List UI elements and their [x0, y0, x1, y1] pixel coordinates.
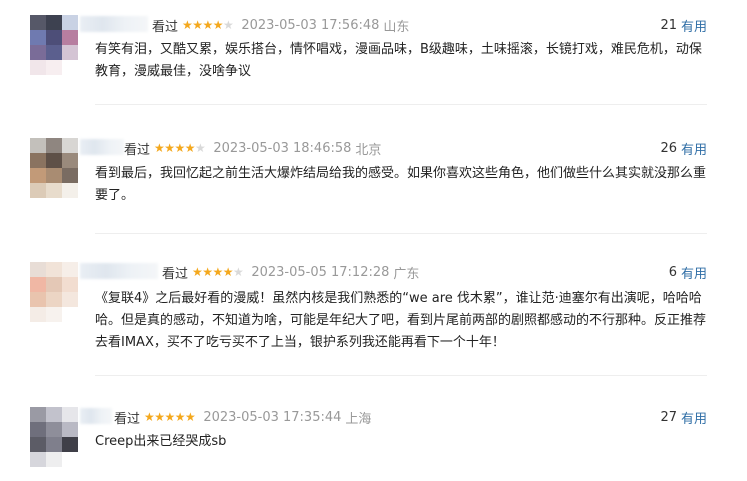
- useful-button[interactable]: 有用: [681, 263, 707, 282]
- comment-time: 2023-05-05 17:12:28: [251, 264, 390, 280]
- divider: [95, 104, 707, 105]
- username-blurred[interactable]: [80, 139, 124, 155]
- comment-text: 《复联4》之后最好看的漫威！虽然内核是我们熟悉的“we are 伐木累”，谁让范…: [95, 291, 707, 350]
- comment-time: 2023-05-03 17:35:44: [203, 409, 342, 425]
- comment-time: 2023-05-03 17:56:48: [241, 17, 380, 33]
- comment-item: 看过 ★★★★★ 2023-05-05 17:12:28 广东 6 有用 《复联…: [0, 262, 747, 382]
- star-icon: ★: [223, 18, 234, 32]
- useful-count: 27: [660, 409, 677, 425]
- comment-meta: 看过 ★★★★★ 2023-05-03 17:35:44 上海: [114, 407, 371, 427]
- useful-count: 26: [660, 140, 677, 156]
- star-icon: ★★★★: [154, 141, 196, 155]
- rating-stars: ★★★★★: [154, 141, 206, 155]
- star-icon: ★: [233, 265, 244, 279]
- avatar[interactable]: [30, 262, 78, 322]
- useful-count: 21: [660, 17, 677, 33]
- useful-vote[interactable]: 6 有用: [669, 262, 707, 282]
- avatar[interactable]: [30, 407, 78, 467]
- comment-time: 2023-05-03 18:46:58: [213, 140, 352, 156]
- comment-location: 上海: [345, 411, 372, 427]
- useful-button[interactable]: 有用: [681, 139, 707, 158]
- star-icon: ★★★★★: [144, 410, 196, 424]
- comment-meta: 看过 ★★★★★ 2023-05-05 17:12:28 广东: [162, 262, 419, 282]
- useful-vote[interactable]: 27 有用: [660, 407, 707, 427]
- star-icon: ★★★★: [192, 265, 234, 279]
- useful-vote[interactable]: 26 有用: [660, 138, 707, 158]
- comment-text: Creep出来已经哭成sb: [95, 434, 227, 449]
- divider: [95, 375, 707, 376]
- comment-item: 看过 ★★★★★ 2023-05-03 17:56:48 山东 21 有用 有笑…: [0, 15, 747, 110]
- rating-stars: ★★★★★: [144, 410, 196, 424]
- username-blurred[interactable]: [80, 263, 158, 279]
- useful-count: 6: [668, 264, 677, 280]
- comment-meta: 看过 ★★★★★ 2023-05-03 17:56:48 山东: [152, 15, 409, 35]
- username-blurred[interactable]: [80, 16, 148, 32]
- watch-status: 看过: [114, 411, 141, 427]
- comment-location: 北京: [355, 142, 382, 158]
- rating-stars: ★★★★★: [182, 18, 234, 32]
- useful-vote[interactable]: 21 有用: [660, 15, 707, 35]
- watch-status: 看过: [152, 19, 179, 35]
- comment-text: 看到最后，我回忆起之前生活大爆炸结局给我的感受。如果你喜欢这些角色，他们做些什么…: [95, 166, 707, 203]
- divider: [95, 233, 707, 234]
- watch-status: 看过: [162, 266, 189, 282]
- comment-meta: 看过 ★★★★★ 2023-05-03 18:46:58 北京: [124, 138, 381, 158]
- comment-text: 有笑有泪，又酷又累，娱乐搭台，情怀唱戏，漫画品味，B级趣味，土味摇滚，长镜打戏，…: [95, 42, 702, 79]
- comment-item: 看过 ★★★★★ 2023-05-03 18:46:58 北京 26 有用 看到…: [0, 138, 747, 238]
- star-icon: ★: [195, 141, 206, 155]
- star-icon: ★★★★: [182, 18, 224, 32]
- username-blurred[interactable]: [80, 408, 112, 424]
- comment-location: 山东: [383, 19, 410, 35]
- useful-button[interactable]: 有用: [681, 408, 707, 427]
- avatar[interactable]: [30, 138, 78, 198]
- useful-button[interactable]: 有用: [681, 16, 707, 35]
- comment-location: 广东: [393, 266, 420, 282]
- avatar[interactable]: [30, 15, 78, 75]
- comment-item: 看过 ★★★★★ 2023-05-03 17:35:44 上海 27 有用 Cr…: [0, 407, 747, 477]
- watch-status: 看过: [124, 142, 151, 158]
- rating-stars: ★★★★★: [192, 265, 244, 279]
